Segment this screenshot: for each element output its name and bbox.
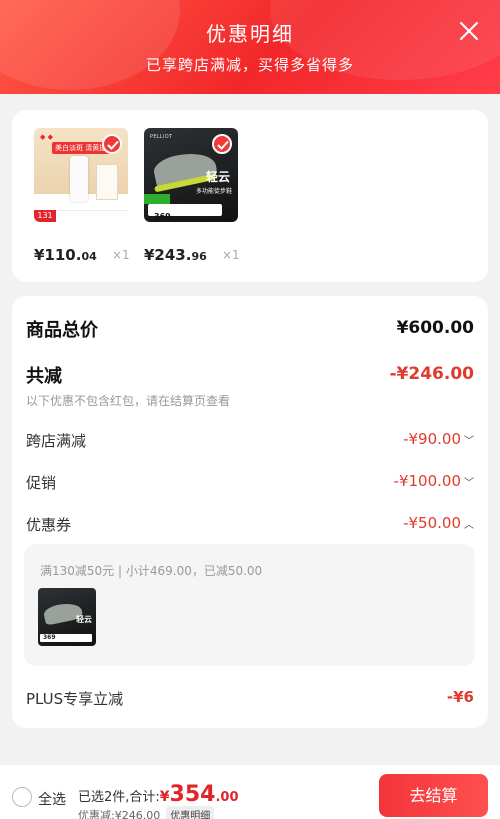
selected-products-card: ◆ ◆ 美白淡斑 清黄提亮 131 PELLIOT 轻云 多功能徒步鞋 369 …	[12, 110, 488, 282]
discount-detail-link[interactable]: 优惠明细	[166, 806, 215, 819]
cross-store-discount-toggle[interactable]: -¥90.00 ﹀	[403, 430, 474, 448]
bottle-image	[70, 156, 88, 202]
total-discount-value: -¥246.00	[389, 364, 475, 384]
discounted-amount: 优惠减:¥246.00	[78, 809, 161, 819]
promotion-toggle[interactable]: -¥100.00 ﹀	[394, 472, 474, 490]
product-subtitle: 多功能徒步鞋	[195, 188, 232, 195]
selected-check-icon	[212, 134, 232, 154]
page-title: 优惠明细	[206, 22, 294, 46]
coupon-product-thumbnail[interactable]: 轻云 369	[38, 588, 96, 646]
product-price: ¥110.04	[34, 246, 97, 264]
total-discount-label: 共减	[26, 366, 62, 387]
brand-logo: PELLIOT	[150, 134, 173, 140]
selected-count-text: 已选2件,合计:	[78, 790, 160, 805]
checkout-bar: 全选 已选2件,合计:¥354.00 优惠减:¥246.00 优惠明细 去结算	[0, 765, 500, 819]
price-decimal: 04	[81, 250, 97, 263]
brand-tag: ◆ ◆	[40, 133, 53, 141]
total-decimal: .00	[215, 790, 239, 805]
price-breakdown-card: 商品总价 ¥600.00 共减 -¥246.00 以下优惠不包含红包，请在结算页…	[12, 296, 488, 728]
discount-detail-header: 优惠明细 已享跨店满减，买得多省得多	[0, 0, 500, 94]
coupon-rule-text: 满130减50元 | 小计469.00，已减50.00	[40, 564, 263, 578]
price-sticker: 131	[34, 210, 56, 222]
checkout-button[interactable]: 去结算	[379, 774, 488, 817]
plus-discount-label: PLUS专享立减	[26, 690, 124, 708]
price-integer: ¥243.	[144, 246, 192, 264]
selected-check-icon	[102, 134, 122, 154]
cross-store-discount-value: -¥90.00	[403, 430, 461, 448]
promo-flag	[144, 194, 170, 204]
select-all-radio[interactable]	[12, 787, 32, 807]
coupon-toggle[interactable]: -¥50.00 ︿	[403, 514, 474, 532]
box-image	[96, 164, 118, 200]
product-quantity: ×1	[222, 248, 240, 262]
product-name: 轻云	[76, 615, 92, 624]
promo-bar: 369	[40, 634, 92, 642]
product-quantity: ×1	[112, 248, 130, 262]
total-price-label: 商品总价	[26, 320, 98, 341]
discount-note: 以下优惠不包含红包，请在结算页查看	[26, 394, 231, 408]
coupon-detail-box: 满130减50元 | 小计469.00，已减50.00 轻云 369	[24, 544, 475, 666]
product-thumbnail-skincare[interactable]: ◆ ◆ 美白淡斑 清黄提亮 131	[34, 128, 128, 222]
close-icon	[459, 21, 479, 41]
currency-symbol: ¥	[159, 789, 170, 805]
chevron-down-icon: ﹀	[464, 436, 474, 447]
promotion-value: -¥100.00	[393, 472, 461, 490]
price-integer: ¥110.	[34, 246, 82, 264]
plus-discount-value: -¥6	[446, 688, 474, 706]
chevron-up-icon: ︿	[464, 520, 474, 531]
total-price-value: ¥600.00	[396, 318, 474, 338]
order-total: 已选2件,合计:¥354.00	[78, 782, 239, 807]
coupon-label: 优惠券	[26, 516, 72, 534]
total-integer: 354	[169, 782, 216, 807]
promotion-label: 促销	[26, 474, 57, 492]
product-thumbnail-shoe[interactable]: PELLIOT 轻云 多功能徒步鞋 369	[144, 128, 238, 222]
coupon-value: -¥50.00	[403, 514, 461, 532]
chevron-down-icon: ﹀	[464, 478, 474, 489]
cross-store-discount-label: 跨店满减	[26, 432, 87, 450]
price-decimal: 96	[191, 250, 207, 263]
close-button[interactable]	[458, 20, 480, 42]
promo-bar: 369	[148, 204, 222, 221]
page-subtitle: 已享跨店满减，买得多省得多	[145, 56, 354, 74]
select-all-label[interactable]: 全选	[38, 789, 66, 809]
discount-summary: 优惠减:¥246.00 优惠明细	[78, 806, 215, 819]
product-price: ¥243.96	[144, 246, 207, 264]
product-name: 轻云	[205, 170, 230, 184]
promo-price: 369	[154, 212, 171, 221]
